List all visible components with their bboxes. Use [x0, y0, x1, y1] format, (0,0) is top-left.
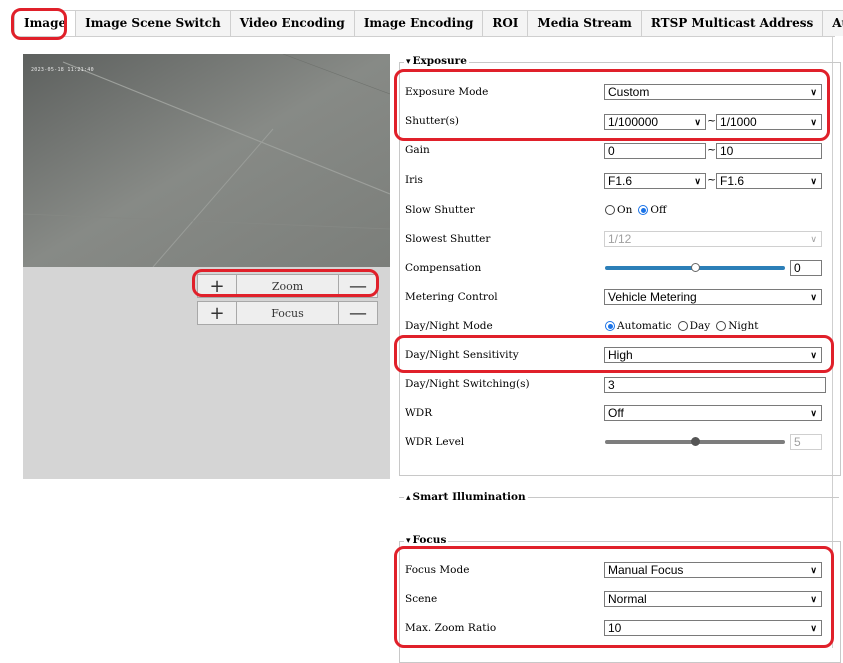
tab-rtsp-multicast-address[interactable]: RTSP Multicast Address: [640, 10, 824, 36]
chevron-down-icon: ∨: [810, 408, 817, 418]
compensation-slider[interactable]: [605, 263, 785, 273]
slowest-shutter-label: Slowest Shutter: [405, 233, 491, 245]
metering-control-select[interactable]: Vehicle Metering ∨: [604, 289, 822, 305]
tab-image-encoding[interactable]: Image Encoding: [353, 10, 484, 36]
chevron-down-icon: ∨: [694, 117, 701, 127]
tab-video-encoding[interactable]: Video Encoding: [229, 10, 355, 36]
day-night-mode-radio-group: Automatic Day Night: [605, 319, 762, 333]
wdr-level-label: WDR Level: [405, 436, 465, 448]
day-night-mode-label: Day/Night Mode: [405, 320, 493, 332]
day-night-day-radio[interactable]: [677, 321, 688, 331]
video-preview[interactable]: 2023-05-18 11:21:40: [23, 54, 390, 267]
day-night-sensitivity-select[interactable]: High ∨: [604, 347, 822, 363]
zoom-out-button[interactable]: —: [339, 275, 377, 297]
max-zoom-ratio-select[interactable]: 10 ∨: [604, 620, 822, 636]
chevron-down-icon: ∨: [810, 87, 817, 97]
chevron-down-icon: ∨: [810, 565, 817, 575]
chevron-down-icon: ∨: [810, 594, 817, 604]
tab-audio[interactable]: Audio: [822, 10, 843, 36]
wdr-level-slider-thumb[interactable]: [691, 437, 700, 446]
slow-shutter-off-radio[interactable]: [638, 205, 649, 215]
preview-pane: 2023-05-18 11:21:40 + Zoom — + Focus —: [23, 54, 390, 479]
compensation-slider-thumb[interactable]: [691, 263, 700, 272]
tab-image[interactable]: Image: [14, 10, 77, 36]
gain-label: Gain: [405, 144, 430, 156]
focus-legend[interactable]: ▾ Focus: [404, 534, 449, 547]
iris-max-select[interactable]: F1.6 ∨: [716, 173, 822, 189]
focus-control: + Focus —: [197, 301, 378, 325]
tab-roi[interactable]: ROI: [482, 10, 529, 36]
gain-min-input[interactable]: 0: [604, 143, 706, 159]
tab-media-stream[interactable]: Media Stream: [527, 10, 642, 36]
focus-mode-select[interactable]: Manual Focus ∨: [604, 562, 822, 578]
wdr-level-input: 5: [790, 434, 822, 450]
iris-range-tilde: ~: [707, 173, 717, 186]
day-night-switching-input[interactable]: 3: [604, 377, 826, 393]
shutter-min-select[interactable]: 1/100000 ∨: [604, 114, 706, 130]
scene-label: Scene: [405, 593, 438, 605]
slow-shutter-radio-group: On Off: [605, 203, 670, 217]
chevron-down-icon: ∨: [810, 234, 817, 244]
iris-label: Iris: [405, 174, 423, 186]
exposure-mode-label: Exposure Mode: [405, 86, 489, 98]
focus-mode-label: Focus Mode: [405, 564, 470, 576]
zoom-label: Zoom: [236, 275, 339, 297]
compensation-label: Compensation: [405, 262, 482, 274]
wdr-level-slider[interactable]: [605, 437, 785, 447]
slow-shutter-on-radio[interactable]: [605, 205, 615, 215]
shutter-max-select[interactable]: 1/1000 ∨: [716, 114, 822, 130]
scene-select[interactable]: Normal ∨: [604, 591, 822, 607]
shutter-range-tilde: ~: [707, 114, 717, 127]
zoom-in-button[interactable]: +: [198, 275, 236, 297]
gain-max-input[interactable]: 10: [716, 143, 822, 159]
tab-bar: Image Image Scene Switch Video Encoding …: [14, 10, 843, 37]
focus-label: Focus: [236, 302, 339, 324]
day-night-sensitivity-label: Day/Night Sensitivity: [405, 349, 519, 361]
video-osd-timestamp: 2023-05-18 11:21:40: [31, 67, 94, 73]
chevron-down-icon: ∨: [694, 176, 701, 186]
zoom-control: + Zoom —: [197, 274, 378, 298]
tab-image-scene-switch[interactable]: Image Scene Switch: [75, 10, 231, 36]
day-night-automatic-radio[interactable]: [605, 321, 615, 331]
chevron-down-icon: ∨: [810, 292, 817, 302]
smart-illumination-legend[interactable]: ▴ Smart Illumination: [404, 491, 528, 504]
road-surface-graphic: [23, 54, 390, 267]
slow-shutter-label: Slow Shutter: [405, 204, 475, 216]
triangle-down-icon: ▾: [406, 536, 411, 546]
max-zoom-ratio-label: Max. Zoom Ratio: [405, 622, 497, 634]
exposure-legend[interactable]: ▾ Exposure: [404, 55, 469, 68]
compensation-input[interactable]: 0: [790, 260, 822, 276]
gain-range-tilde: ~: [707, 143, 717, 156]
metering-control-label: Metering Control: [405, 291, 498, 303]
chevron-down-icon: ∨: [810, 117, 817, 127]
chevron-down-icon: ∨: [810, 176, 817, 186]
chevron-down-icon: ∨: [810, 350, 817, 360]
triangle-down-icon: ▾: [406, 57, 411, 67]
chevron-down-icon: ∨: [810, 623, 817, 633]
iris-min-select[interactable]: F1.6 ∨: [604, 173, 706, 189]
day-night-switching-label: Day/Night Switching(s): [405, 378, 530, 390]
focus-far-button[interactable]: —: [339, 302, 377, 324]
shutter-label: Shutter(s): [405, 115, 459, 127]
slowest-shutter-select[interactable]: 1/12 ∨: [604, 231, 822, 247]
day-night-night-radio[interactable]: [716, 321, 727, 331]
exposure-mode-select[interactable]: Custom ∨: [604, 84, 822, 100]
wdr-label: WDR: [405, 407, 433, 419]
wdr-select[interactable]: Off ∨: [604, 405, 822, 421]
focus-near-button[interactable]: +: [198, 302, 236, 324]
triangle-up-icon: ▴: [406, 493, 411, 503]
